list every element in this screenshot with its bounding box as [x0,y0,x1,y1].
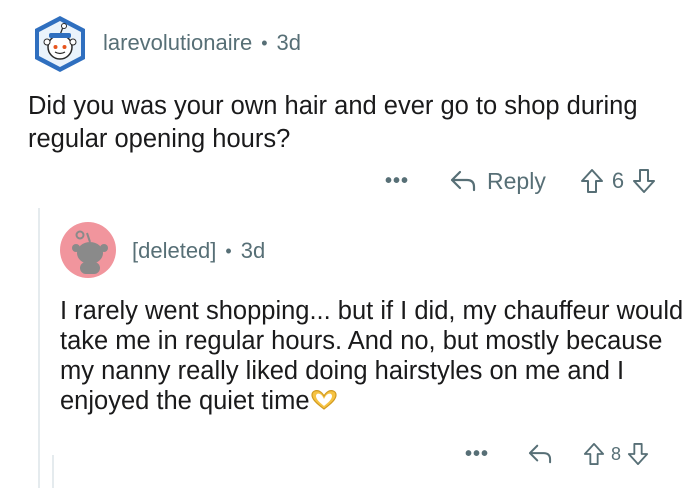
reply-age: 3d [240,238,266,263]
default-snoo-icon [60,222,116,278]
comment-text: Did you was your own hair and ever go to… [28,92,638,153]
heart-hands-emoji-icon [310,390,337,410]
reply-meta: [deleted] • 3d [132,238,265,264]
meta-separator: • [225,240,232,261]
downvote-icon[interactable] [627,442,649,466]
username-link[interactable]: larevolutionaire [103,30,252,56]
thread-line[interactable] [38,208,40,488]
more-options-button[interactable]: ••• [385,170,409,193]
vote-score: 6 [611,168,625,193]
reply-arrow-icon [450,170,476,192]
upvote-icon[interactable] [580,168,604,194]
reply-text: I rarely went shopping... but if I did, … [60,296,685,416]
meta-separator: • [261,32,268,53]
comment-meta: larevolutionaire • 3d [103,30,301,56]
reply-button[interactable] [527,443,553,465]
comment-actions: ••• Reply 6 [385,163,656,199]
reply-text-content: I rarely went shopping... but if I did, … [60,297,684,415]
downvote-icon[interactable] [632,168,656,194]
more-options-button[interactable]: ••• [465,443,489,466]
reply-actions: ••• 8 [465,436,649,472]
user-avatar[interactable] [30,14,90,74]
comment-age: 3d [276,30,301,55]
deleted-user-avatar [60,222,116,278]
upvote-icon[interactable] [583,442,605,466]
vote-controls: 8 [583,442,649,466]
reply-label: Reply [487,167,546,194]
snoo-avatar-icon [35,16,85,72]
reply-button[interactable]: Reply [449,168,546,195]
vote-score: 8 [611,443,622,464]
reply-arrow-icon [528,444,552,464]
nested-thread-line[interactable] [52,455,54,488]
vote-controls: 6 [580,168,656,194]
deleted-username: [deleted] [132,238,217,263]
